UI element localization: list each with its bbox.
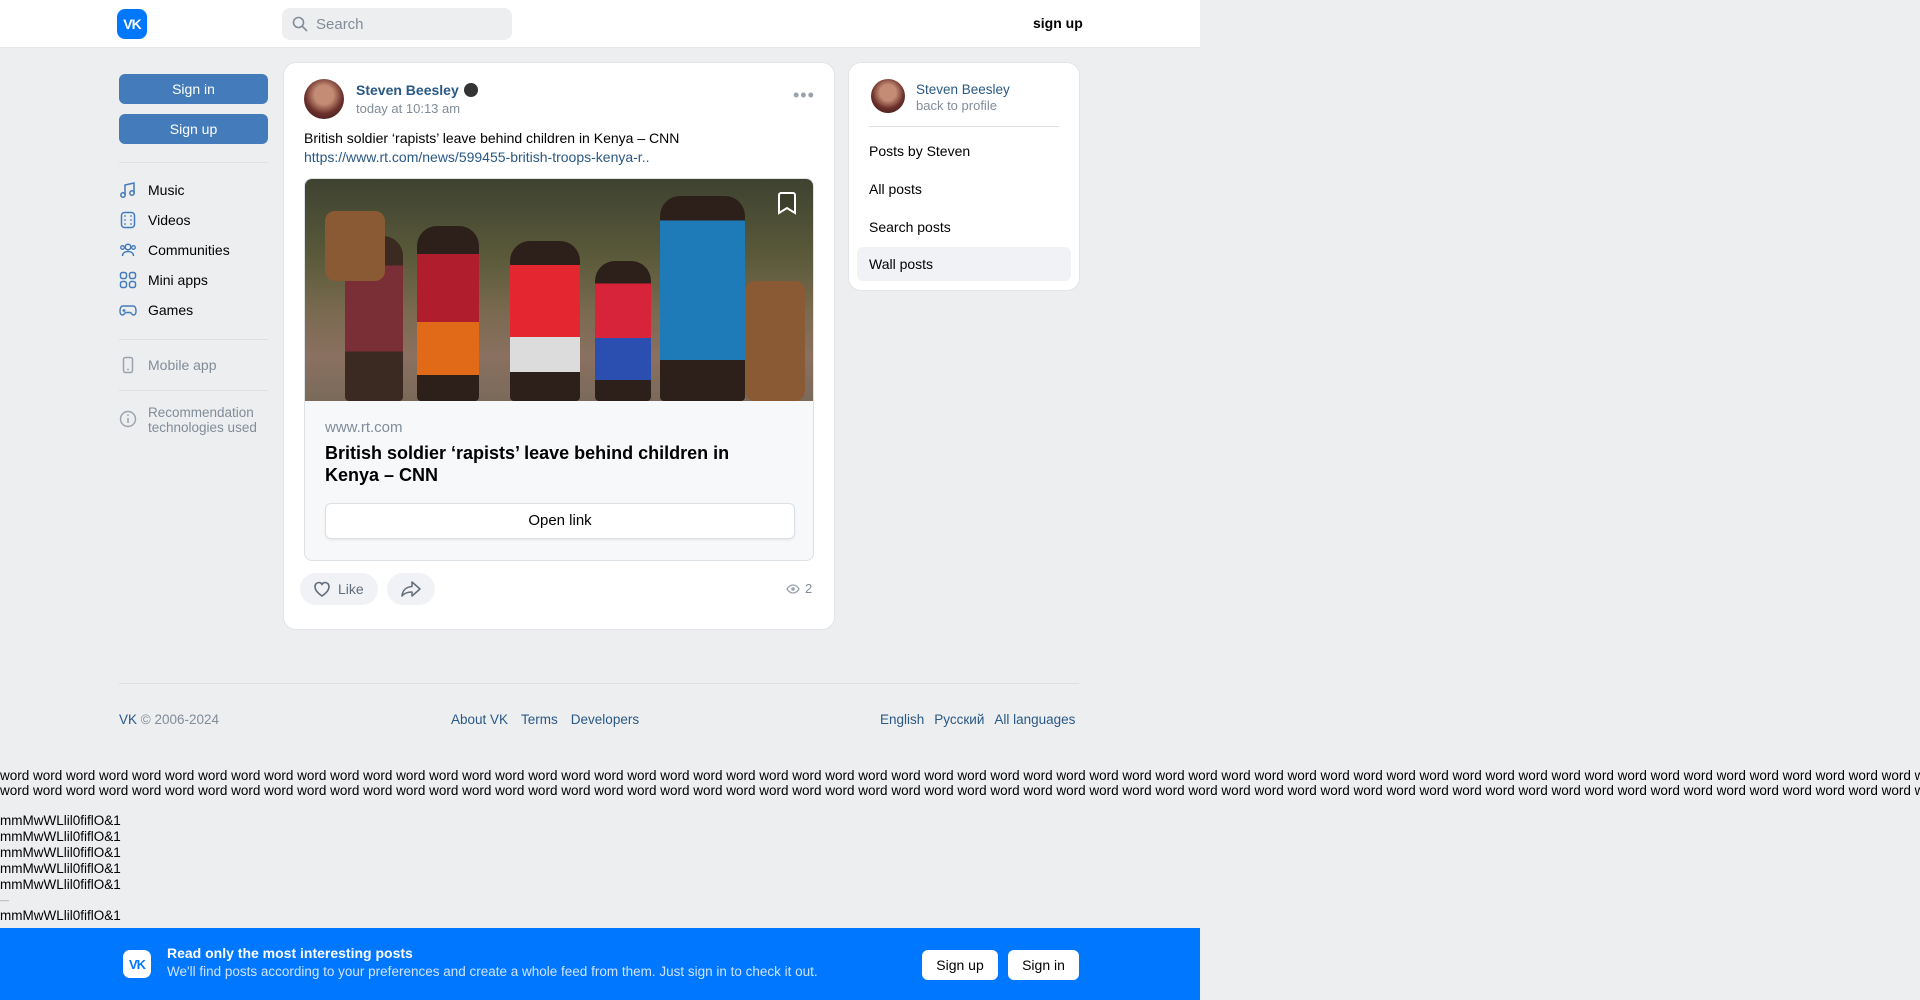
glyph-line: mmMwWLlil0fiflO&1: [0, 877, 121, 892]
info-icon: [119, 410, 137, 428]
link-preview-card[interactable]: www.rt.com British soldier ‘rapists’ lea…: [304, 178, 814, 561]
banner-subtitle: We'll find posts according to your prefe…: [167, 964, 818, 979]
signup-button[interactable]: Sign up: [119, 114, 268, 144]
nav-item-videos[interactable]: Videos: [119, 205, 268, 235]
card-title[interactable]: British soldier ‘rapists’ leave behind c…: [325, 442, 785, 486]
lang-english-link[interactable]: English: [880, 712, 924, 727]
nav-item-games[interactable]: Games: [119, 295, 268, 325]
post-body: British soldier ‘rapists’ leave behind c…: [304, 130, 680, 146]
post-url-link[interactable]: https://www.rt.com/news/599455-british-t…: [304, 148, 814, 167]
filler-words-line: word word word word word word word word …: [0, 768, 1920, 783]
footer-links: About VK Terms Developers: [451, 712, 639, 727]
lang-russian-link[interactable]: Русский: [934, 712, 984, 727]
all-languages-link[interactable]: All languages: [994, 712, 1075, 727]
post-time[interactable]: today at 10:13 am: [356, 101, 460, 116]
glyph-line: mmMwWLlil0fiflO&1: [0, 813, 121, 828]
author-avatar[interactable]: [304, 79, 344, 119]
nav-divider: [119, 390, 268, 391]
recommendation-line2: technologies used: [148, 420, 257, 435]
author-name: Steven Beesley: [356, 82, 459, 98]
glyph-line: mmMwWLlil0fiflO&1: [0, 845, 121, 860]
search-input[interactable]: Search: [282, 8, 512, 40]
post-author[interactable]: Steven Beesley: [356, 82, 478, 98]
heart-icon: [314, 581, 330, 597]
nav-item-label: Videos: [148, 212, 191, 228]
footer-divider: [119, 683, 1079, 684]
videos-icon: [120, 211, 136, 229]
nav-item-label: Games: [148, 302, 194, 318]
nav-divider: [119, 162, 268, 163]
glyph-line: mmMwWLlil0fiflO&1: [0, 861, 121, 876]
back-to-profile-link[interactable]: back to profile: [916, 98, 997, 113]
music-icon: [120, 182, 135, 198]
profile-panel: Steven Beesley back to profile Posts by …: [849, 63, 1079, 290]
glyph-line: mmMwWLlil0fiflO&1: [0, 829, 121, 844]
nav-divider: [119, 339, 268, 340]
post-card: Steven Beesley today at 10:13 am ••• Bri…: [284, 63, 834, 629]
mobile-phone-icon: [122, 356, 134, 374]
glyph-line: mmMwWLlil0fiflO&1: [0, 908, 121, 923]
banner-signin-button[interactable]: Sign in: [1008, 950, 1079, 980]
search-icon: [292, 16, 308, 32]
eye-icon: [786, 583, 800, 594]
footer-copyright: VK © 2006-2024: [119, 712, 219, 727]
footer-brand-link[interactable]: VK: [119, 712, 137, 727]
filler-words-line: word word word word word word word word …: [0, 783, 1920, 798]
card-domain: www.rt.com: [325, 419, 403, 436]
profile-avatar[interactable]: [871, 79, 905, 113]
signup-link[interactable]: sign up: [1033, 15, 1083, 31]
mini-apps-icon: [119, 271, 137, 289]
filler-dash: —: [0, 895, 9, 905]
nav-item-communities[interactable]: Communities: [119, 235, 268, 265]
communities-icon: [120, 243, 136, 257]
menu-all-posts[interactable]: All posts: [857, 172, 1071, 206]
panel-divider: [869, 126, 1059, 127]
share-icon: [401, 581, 421, 597]
post-text: British soldier ‘rapists’ leave behind c…: [304, 129, 814, 167]
bookmark-icon[interactable]: [773, 189, 801, 217]
like-label: Like: [338, 581, 364, 597]
open-link-button[interactable]: Open link: [325, 503, 795, 539]
vk-logo[interactable]: VK: [117, 9, 147, 39]
nav-item-recommendation[interactable]: Recommendation technologies used: [119, 405, 268, 435]
footer-about-link[interactable]: About VK: [451, 712, 508, 727]
banner-title: Read only the most interesting posts: [167, 945, 413, 961]
nav-item-mobile-app[interactable]: Mobile app: [119, 350, 268, 380]
menu-search-posts[interactable]: Search posts: [857, 210, 1071, 244]
nav-item-music[interactable]: Music: [119, 175, 268, 205]
copyright-text: © 2006-2024: [137, 712, 220, 727]
views-value: 2: [805, 581, 813, 596]
top-bar: VK Search sign up: [0, 0, 1200, 48]
footer-languages: English Русский All languages: [880, 712, 1075, 727]
left-sidebar: Sign in Sign up Music Videos Communities…: [119, 74, 268, 435]
bomb-emoji-icon: [463, 83, 478, 97]
share-button[interactable]: [387, 573, 435, 605]
profile-name[interactable]: Steven Beesley: [916, 82, 1010, 97]
nav-item-label: Music: [148, 182, 185, 198]
filler-glyph-lines: mmMwWLlil0fiflO&1 mmMwWLlil0fiflO&1 mmMw…: [0, 813, 121, 924]
banner-signup-button[interactable]: Sign up: [922, 950, 998, 980]
footer-terms-link[interactable]: Terms: [521, 712, 558, 727]
nav-item-label: Mini apps: [148, 272, 208, 288]
nav-item-label: Communities: [148, 242, 230, 258]
filler-words: word word word word word word word word …: [0, 768, 1920, 798]
nav-item-mini-apps[interactable]: Mini apps: [119, 265, 268, 295]
nav-item-label: Mobile app: [148, 357, 217, 373]
footer-developers-link[interactable]: Developers: [571, 712, 639, 727]
search-placeholder: Search: [316, 15, 364, 33]
views-count: 2: [786, 581, 812, 596]
preview-image: [305, 179, 813, 401]
games-icon: [119, 305, 137, 316]
signup-banner: VK Read only the most interesting posts …: [0, 928, 1200, 1000]
menu-posts-by-steven[interactable]: Posts by Steven: [857, 134, 1071, 168]
menu-wall-posts[interactable]: Wall posts: [857, 247, 1071, 281]
signin-button[interactable]: Sign in: [119, 74, 268, 104]
more-options-icon[interactable]: •••: [793, 85, 815, 106]
recommendation-line1: Recommendation: [148, 405, 254, 420]
banner-vk-logo: VK: [123, 950, 151, 978]
like-button[interactable]: Like: [300, 573, 378, 605]
